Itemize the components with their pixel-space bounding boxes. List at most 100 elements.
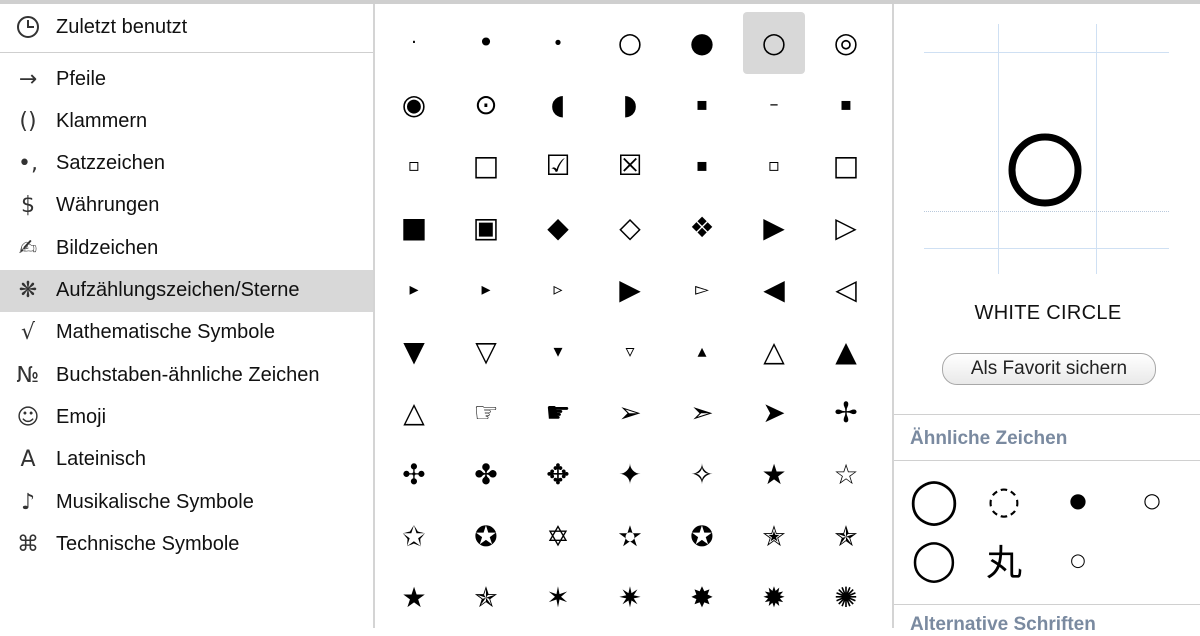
symbol-cell[interactable]: ▲ bbox=[815, 321, 877, 383]
symbol-cell[interactable]: ▶ bbox=[743, 197, 805, 259]
punctuation-icon: •, bbox=[18, 151, 38, 177]
symbol-cell[interactable]: ☑ bbox=[527, 135, 589, 197]
symbol-cell[interactable]: ✣ bbox=[383, 444, 445, 506]
sidebar-item-pfeile[interactable]: → Pfeile bbox=[0, 58, 373, 100]
symbol-cell[interactable]: ✯ bbox=[455, 567, 517, 629]
symbol-cell[interactable]: ◖ bbox=[527, 74, 589, 136]
writing-hand-icon: ✍ bbox=[18, 235, 38, 261]
symbol-cell[interactable]: ➤ bbox=[743, 382, 805, 444]
symbol-cell[interactable]: ○ bbox=[743, 12, 805, 74]
symbol-cell[interactable]: ∙ bbox=[527, 12, 589, 74]
symbol-cell[interactable]: ✭ bbox=[743, 506, 805, 568]
symbol-cell[interactable]: ○ bbox=[599, 12, 661, 74]
symbol-cell[interactable]: ✧ bbox=[671, 444, 733, 506]
symbol-cell[interactable]: ⊙ bbox=[455, 74, 517, 136]
symbol-cell[interactable]: ■ bbox=[383, 197, 445, 259]
symbol-cell[interactable]: □ bbox=[455, 135, 517, 197]
symbol-cell[interactable]: ✹ bbox=[743, 567, 805, 629]
sidebar-item-aufzählungszeichen-sterne[interactable]: ❋ Aufzählungszeichen/Sterne bbox=[0, 269, 373, 312]
sidebar-item-recent[interactable]: Zuletzt benutzt bbox=[0, 6, 373, 48]
symbol-cell[interactable]: ▸ bbox=[383, 259, 445, 321]
similar-character[interactable]: ● bbox=[1052, 474, 1104, 526]
save-favorite-button[interactable]: Als Favorit sichern bbox=[942, 353, 1156, 385]
symbol-cell[interactable]: ▶ bbox=[599, 259, 661, 321]
symbol-cell[interactable]: ▣ bbox=[455, 197, 517, 259]
sidebar-item-mathematische-symbole[interactable]: √ Mathematische Symbole bbox=[0, 312, 373, 354]
symbol-cell[interactable]: □ bbox=[815, 135, 877, 197]
symbol-cell[interactable]: ▹ bbox=[527, 259, 589, 321]
symbol-cell[interactable]: ✤ bbox=[455, 444, 517, 506]
symbol-cell[interactable]: ☞ bbox=[455, 382, 517, 444]
symbol-cell[interactable]: ◉ bbox=[383, 74, 445, 136]
similar-character[interactable]: ◌ bbox=[978, 474, 1030, 526]
sidebar-item-label: Technische Symbole bbox=[56, 532, 240, 555]
symbol-cell[interactable]: ◇ bbox=[599, 197, 661, 259]
symbol-cell[interactable]: ✶ bbox=[527, 567, 589, 629]
sidebar-item-bildzeichen[interactable]: ✍ Bildzeichen bbox=[0, 227, 373, 269]
symbol-cell[interactable]: ▫ bbox=[743, 135, 805, 197]
symbol-cell[interactable]: ✺ bbox=[815, 567, 877, 629]
symbol-cell[interactable]: ✢ bbox=[815, 382, 877, 444]
symbol-cell[interactable]: ✦ bbox=[599, 444, 661, 506]
similar-character[interactable]: ○ bbox=[1126, 474, 1178, 526]
sidebar-item-satzzeichen[interactable]: •, Satzzeichen bbox=[0, 143, 373, 185]
sidebar-item-technische-symbole[interactable]: ⌘ Technische Symbole bbox=[0, 523, 373, 565]
similar-character[interactable]: ◯ bbox=[908, 534, 960, 586]
sidebar-item-label: Klammern bbox=[56, 109, 148, 132]
symbol-cell[interactable]: ▿ bbox=[599, 321, 661, 383]
symbol-cell[interactable]: ☆ bbox=[815, 444, 877, 506]
sidebar-item-musikalische-symbole[interactable]: ♪ Musikalische Symbole bbox=[0, 481, 373, 523]
preview-glyph bbox=[924, 24, 1169, 294]
symbol-cell[interactable]: • bbox=[455, 12, 517, 74]
symbol-cell[interactable]: ▪ bbox=[815, 74, 877, 136]
symbol-cell[interactable]: ☛ bbox=[527, 382, 589, 444]
symbol-cell[interactable]: ▾ bbox=[527, 321, 589, 383]
symbol-cell[interactable]: ◀ bbox=[743, 259, 805, 321]
symbol-cell[interactable]: ▴ bbox=[671, 321, 733, 383]
section-divider bbox=[894, 414, 1200, 415]
symbol-cell[interactable]: ◆ bbox=[527, 197, 589, 259]
symbol-cell[interactable]: · bbox=[383, 12, 445, 74]
symbol-cell[interactable]: ✫ bbox=[599, 506, 661, 568]
sidebar-item-währungen[interactable]: $ Währungen bbox=[0, 185, 373, 227]
symbol-cell[interactable]: – bbox=[743, 74, 805, 136]
symbol-cell[interactable]: ✸ bbox=[671, 567, 733, 629]
symbol-cell[interactable]: ▸ bbox=[455, 259, 517, 321]
sidebar-item-label: Pfeile bbox=[56, 67, 107, 90]
symbol-cell[interactable]: △ bbox=[743, 321, 805, 383]
symbol-cell[interactable]: ➣ bbox=[671, 382, 733, 444]
symbol-cell[interactable]: △ bbox=[383, 382, 445, 444]
symbol-cell[interactable]: ★ bbox=[383, 567, 445, 629]
symbol-cell[interactable]: ✩ bbox=[383, 506, 445, 568]
symbol-cell[interactable]: ◎ bbox=[815, 12, 877, 74]
sidebar-item-buchstaben-ähnliche-zeichen[interactable]: № Buchstaben-ähnliche Zeichen bbox=[0, 354, 373, 396]
symbol-cell[interactable]: ◗ bbox=[599, 74, 661, 136]
symbol-cell[interactable]: ✪ bbox=[455, 506, 517, 568]
symbol-cell[interactable]: ▫ bbox=[383, 135, 445, 197]
symbol-cell[interactable]: ▼ bbox=[383, 321, 445, 383]
similar-character[interactable]: ○ bbox=[1052, 534, 1104, 586]
symbol-cell[interactable]: ✯ bbox=[815, 506, 877, 568]
sidebar-item-emoji[interactable]: ☺ Emoji bbox=[0, 396, 373, 438]
symbol-cell[interactable]: ▻ bbox=[671, 259, 733, 321]
symbol-cell[interactable]: ✪ bbox=[671, 506, 733, 568]
symbol-cell[interactable]: ✷ bbox=[599, 567, 661, 629]
character-preview bbox=[924, 24, 1169, 274]
symbol-cell[interactable]: ▷ bbox=[815, 197, 877, 259]
symbol-cell[interactable]: ☒ bbox=[599, 135, 661, 197]
symbol-cell[interactable]: ➢ bbox=[599, 382, 661, 444]
symbol-cell[interactable]: ▪ bbox=[671, 135, 733, 197]
symbol-cell[interactable]: ✥ bbox=[527, 444, 589, 506]
symbol-cell[interactable]: ★ bbox=[743, 444, 805, 506]
sidebar-item-lateinisch[interactable]: A Lateinisch bbox=[0, 439, 373, 481]
symbol-cell[interactable]: ▪ bbox=[671, 74, 733, 136]
sidebar-item-klammern[interactable]: () Klammern bbox=[0, 100, 373, 142]
similar-character[interactable]: ◯ bbox=[908, 474, 960, 526]
sidebar-item-label: Mathematische Symbole bbox=[56, 321, 275, 344]
symbol-cell[interactable]: ▽ bbox=[455, 321, 517, 383]
symbol-cell[interactable]: ● bbox=[671, 12, 733, 74]
symbol-cell[interactable]: ◁ bbox=[815, 259, 877, 321]
symbol-cell[interactable]: ✡ bbox=[527, 506, 589, 568]
similar-character[interactable]: 丸 bbox=[978, 534, 1030, 586]
symbol-cell[interactable]: ❖ bbox=[671, 197, 733, 259]
